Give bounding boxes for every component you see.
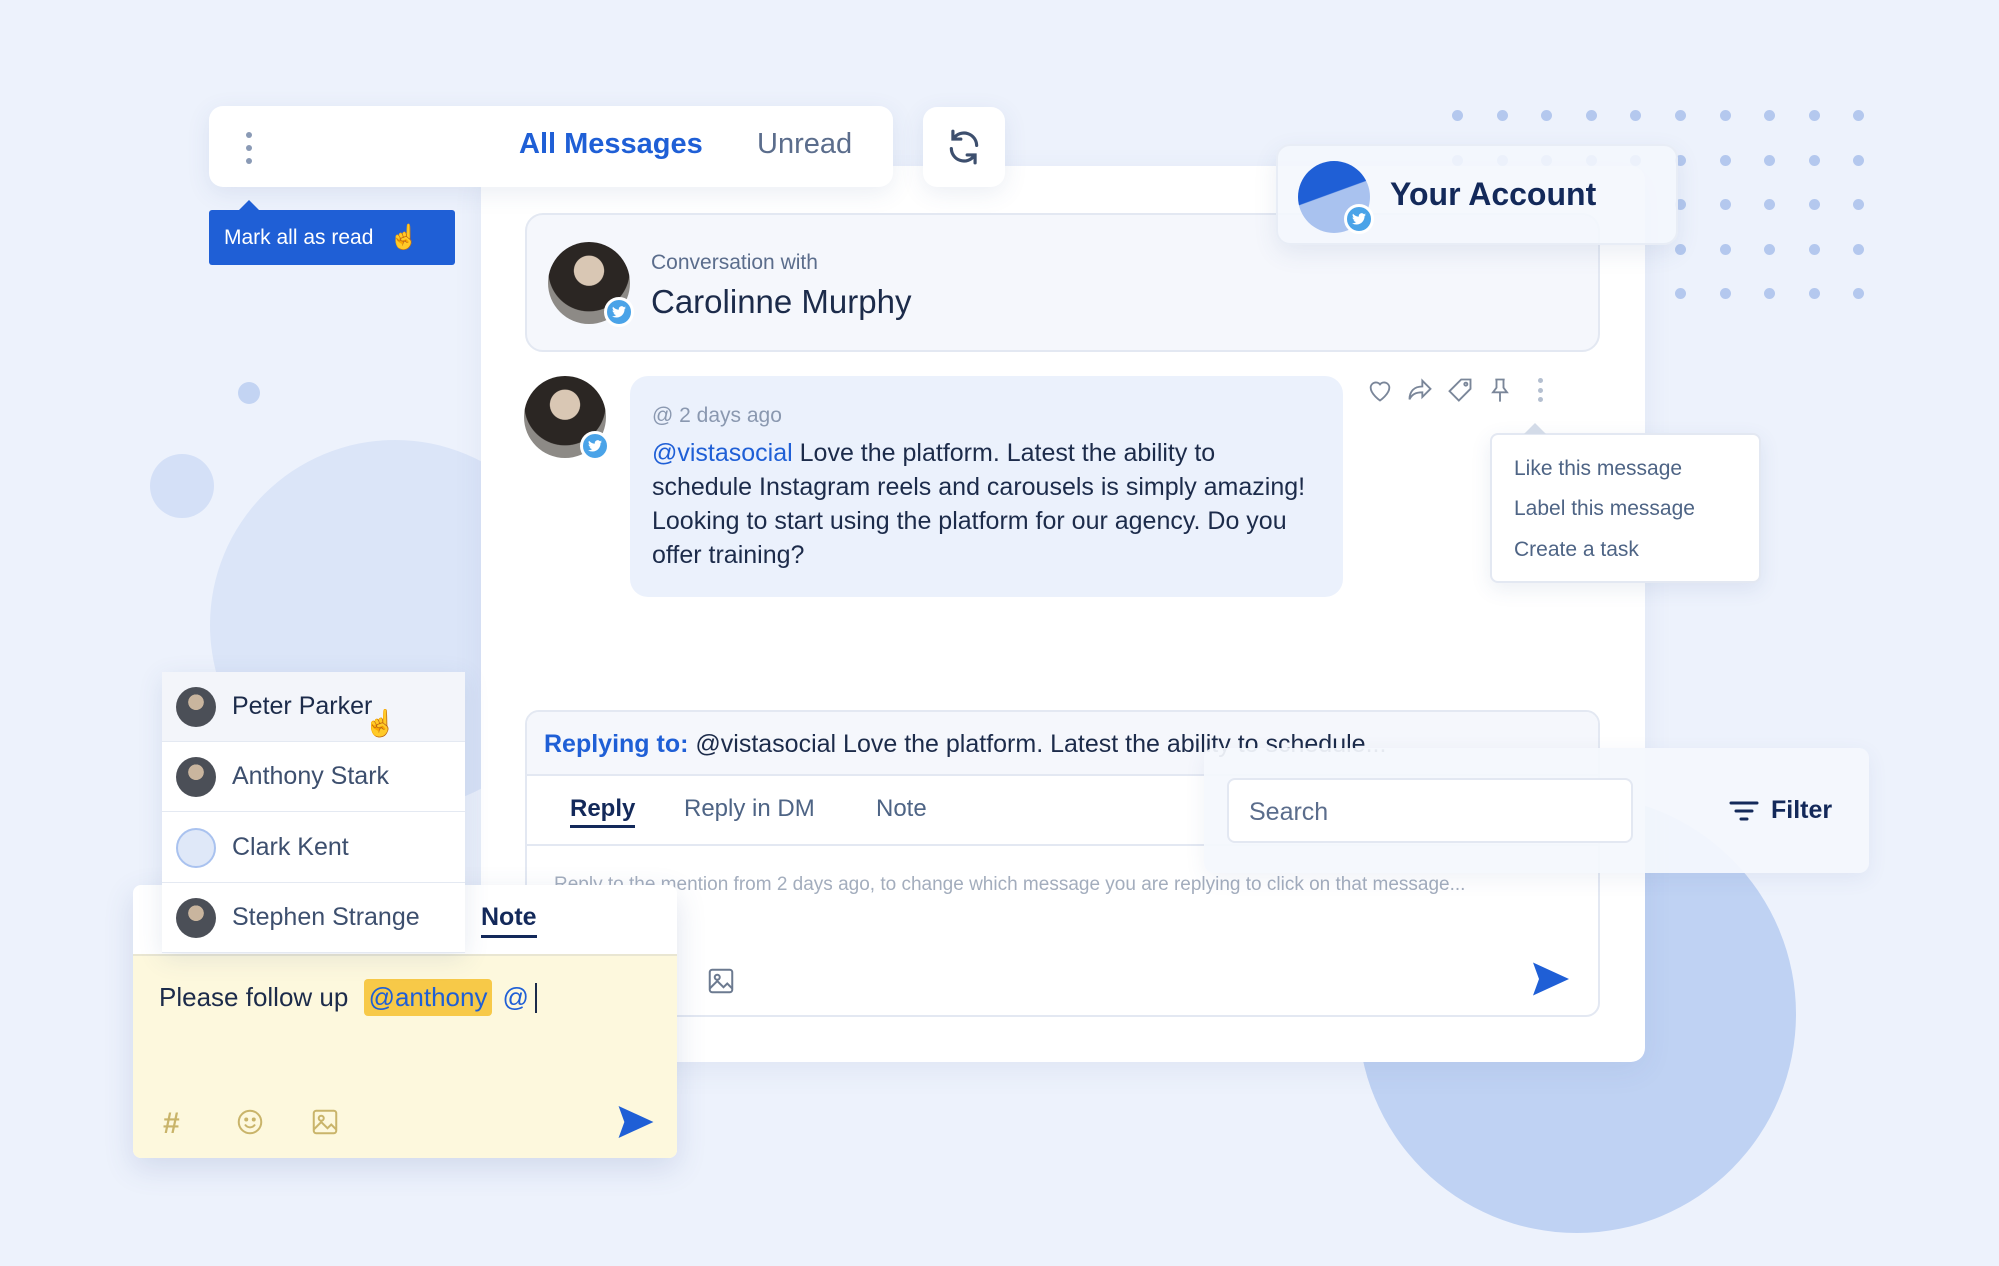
tab-note[interactable]: Note [876, 795, 927, 823]
decor-dot [1764, 199, 1776, 211]
share-icon[interactable] [1406, 376, 1434, 404]
mention-item-stephen-strange[interactable]: Stephen Strange [162, 883, 465, 953]
text-caret [534, 982, 537, 1013]
filter-button[interactable]: Filter [1729, 796, 1832, 825]
tag-icon[interactable] [1446, 376, 1474, 404]
note-editor[interactable]: Please follow up @anthony @ # [133, 954, 677, 1158]
mention-highlight[interactable]: @anthony [363, 979, 493, 1016]
decor-dot [1630, 110, 1642, 121]
tab-all-messages[interactable]: All Messages [519, 128, 703, 161]
twitter-badge-icon [580, 431, 610, 461]
decor-dot [1496, 110, 1508, 121]
pointer-cursor-icon: ☝ [364, 708, 397, 738]
search-filter-panel: Search Filter [1204, 748, 1869, 873]
decor-dot [1541, 110, 1553, 121]
vertical-dots-icon[interactable] [245, 132, 253, 164]
decor-dot [1764, 243, 1776, 255]
menu-item-like[interactable]: Like this message [1514, 457, 1682, 481]
decor-dot [1853, 199, 1865, 211]
decor-dot [1853, 110, 1865, 121]
mention-item-peter-parker[interactable]: Peter Parker [162, 672, 465, 742]
mention-item-anthony-stark[interactable]: Anthony Stark [162, 742, 465, 812]
emoji-icon[interactable] [235, 1107, 265, 1137]
hand-cursor-icon: ☝ [389, 224, 420, 251]
filter-icon [1729, 801, 1759, 820]
send-icon[interactable] [1533, 962, 1569, 996]
note-text: Please follow up @anthony @ [159, 979, 537, 1016]
send-icon[interactable] [618, 1106, 654, 1138]
twitter-badge-icon [1344, 204, 1374, 234]
tab-unread[interactable]: Unread [757, 128, 852, 161]
conversation-prefix: Conversation with [651, 251, 818, 274]
decor-dot [1719, 288, 1731, 300]
decor-dot [1853, 288, 1865, 300]
mark-all-read-tooltip[interactable]: Mark all as read ☝ [209, 200, 455, 265]
decor-dot [1719, 154, 1731, 166]
filter-label: Filter [1771, 796, 1833, 824]
message-actions [1366, 376, 1554, 404]
decor-dot [1764, 110, 1776, 121]
bg-circle-small [150, 454, 214, 518]
pin-icon[interactable] [1486, 376, 1514, 404]
more-icon[interactable] [1526, 376, 1554, 404]
note-tab[interactable]: Note [481, 903, 537, 938]
mention-suggestion-list: Peter Parker Anthony Stark Clark Kent St… [162, 672, 465, 953]
hashtag-icon[interactable]: # [163, 1107, 180, 1141]
decor-dot [1808, 288, 1820, 300]
message-text: @vistasocial Love the platform. Latest t… [652, 439, 1306, 569]
user-placeholder-icon [176, 827, 216, 868]
search-input[interactable]: Search [1227, 778, 1633, 843]
menu-item-create-task[interactable]: Create a task [1514, 538, 1639, 562]
avatar [176, 686, 216, 727]
message-time: @ 2 days ago [652, 404, 782, 427]
decor-dot [1764, 154, 1776, 166]
decor-dot [1675, 243, 1686, 255]
message-bubble: @ 2 days ago @vistasocial Love the platf… [630, 376, 1343, 597]
twitter-badge-icon [604, 297, 634, 327]
refresh-icon [949, 129, 979, 165]
avatar [176, 756, 216, 797]
replying-label: Replying to: [544, 730, 689, 758]
decor-dot [1808, 243, 1820, 255]
message-toolbar: All Messages Unread [209, 106, 893, 187]
decor-dot [1719, 110, 1731, 121]
decor-dot [1719, 243, 1731, 255]
heart-icon[interactable] [1366, 376, 1394, 404]
decor-dot [1764, 288, 1776, 300]
menu-item-label[interactable]: Label this message [1514, 497, 1695, 521]
your-account-label: Your Account [1390, 176, 1597, 212]
refresh-button[interactable] [923, 107, 1005, 187]
decor-dot [1675, 110, 1686, 121]
conversation-name: Carolinne Murphy [651, 283, 912, 320]
tab-reply-in-dm[interactable]: Reply in DM [684, 795, 815, 823]
decor-dot [1585, 110, 1597, 121]
mark-all-read-label: Mark all as read [224, 225, 374, 249]
image-icon[interactable] [310, 1107, 340, 1137]
message-action-menu: Like this message Label this message Cre… [1490, 423, 1761, 583]
decor-dot [1675, 288, 1686, 300]
your-account-card[interactable]: Your Account [1276, 144, 1678, 245]
decor-dot [1808, 154, 1820, 166]
message-mention[interactable]: @vistasocial [652, 439, 793, 467]
decor-dot [1853, 243, 1865, 255]
image-icon[interactable] [706, 966, 736, 996]
decor-dot [1808, 199, 1820, 211]
decor-dot [1719, 199, 1731, 211]
decor-dot [1808, 110, 1820, 121]
reply-input[interactable]: Reply to the mention from 2 days ago, to… [554, 870, 1554, 900]
decor-dot [1853, 154, 1865, 166]
tab-reply[interactable]: Reply [570, 795, 636, 828]
bg-circle-tiny [238, 382, 260, 404]
mention-item-clark-kent[interactable]: Clark Kent [162, 813, 465, 883]
decor-dot [1452, 110, 1463, 121]
avatar [176, 897, 216, 938]
